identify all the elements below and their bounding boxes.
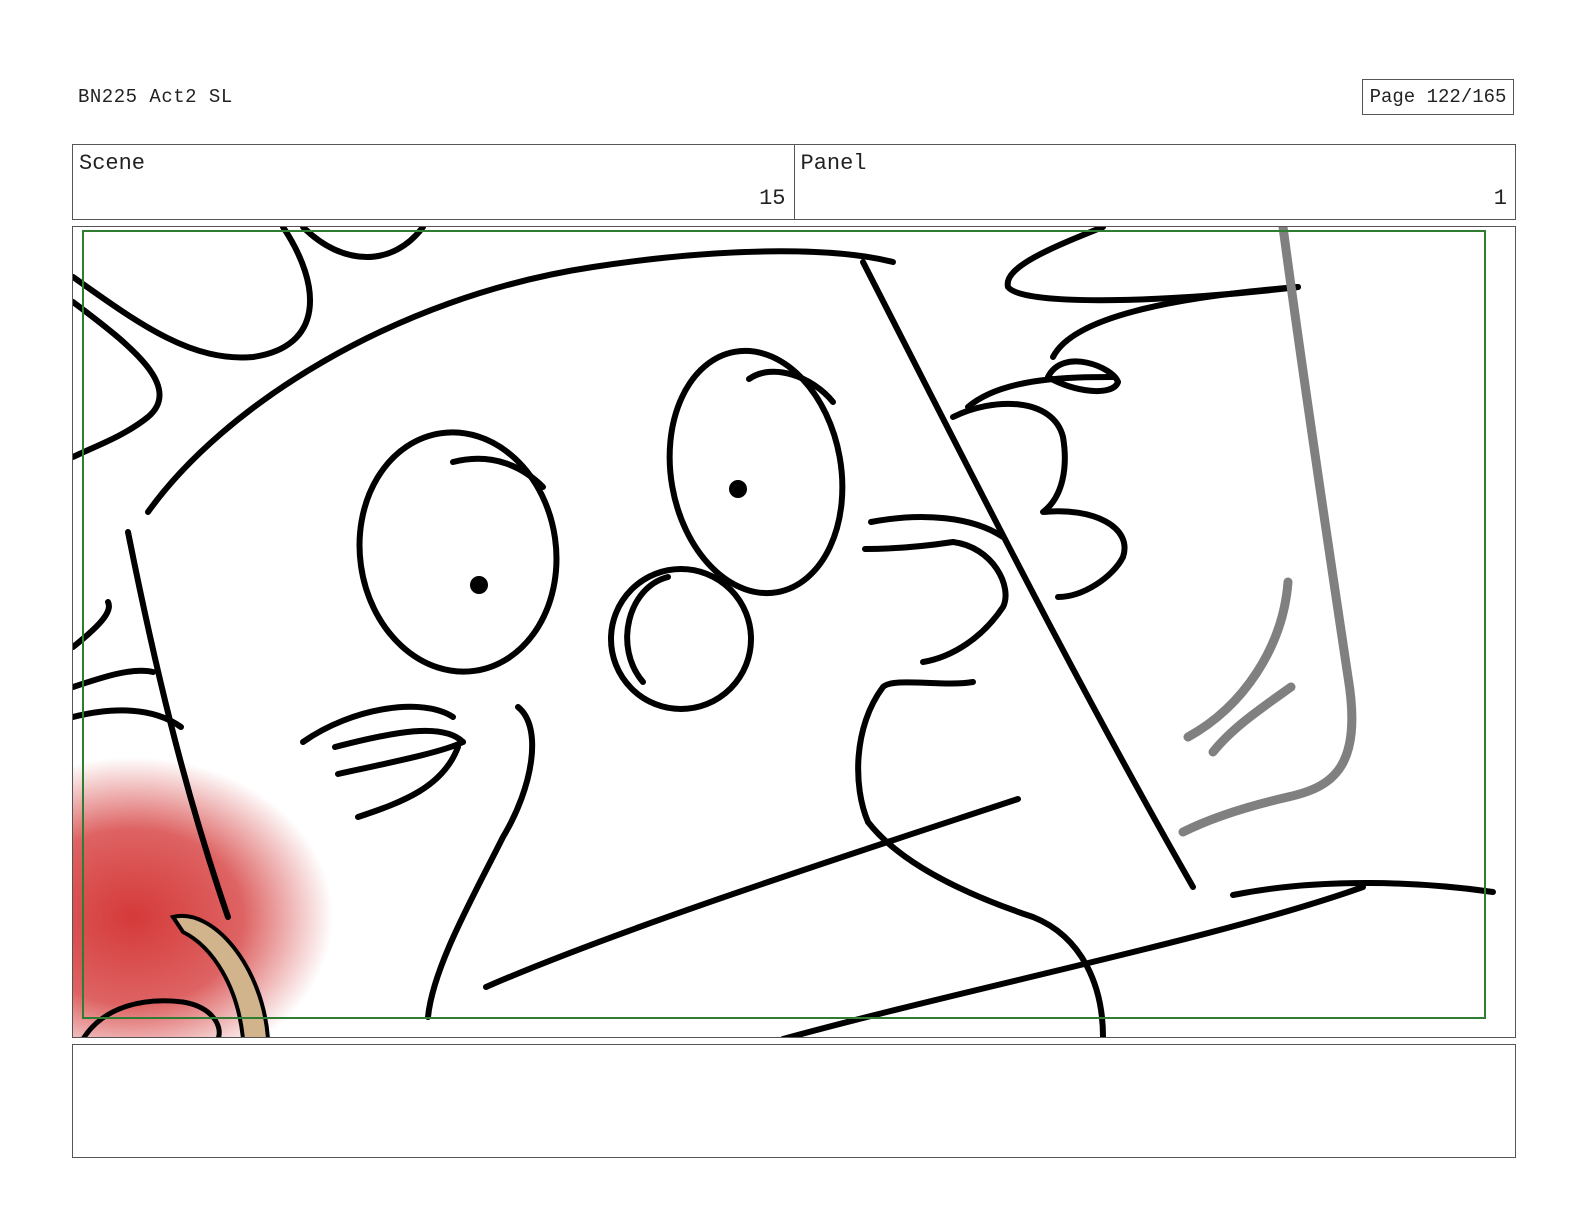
gray-lines <box>1178 227 1357 837</box>
page-indicator: Page 122/165 <box>1362 79 1514 115</box>
chin-line <box>425 704 536 1020</box>
gray-inner-1 <box>1183 577 1293 742</box>
document-title: BN225 Act2 SL <box>78 86 233 108</box>
notes-box[interactable] <box>72 1044 1516 1158</box>
scene-panel-info: Scene 15 Panel 1 <box>72 144 1516 220</box>
storyboard-drawing <box>73 227 1496 1037</box>
mouth-circle <box>608 566 754 712</box>
top-ear-curve <box>73 227 313 361</box>
lower-mouth-line <box>483 796 1021 990</box>
desk-edge-bottom <box>780 884 1366 1037</box>
panel-label: Panel <box>800 151 867 176</box>
hand-finger-1 <box>868 514 1006 540</box>
panel-cell: Panel 1 <box>793 145 1516 219</box>
gray-outline <box>1178 227 1357 837</box>
left-pupil <box>470 576 488 594</box>
hand-outline <box>855 679 976 825</box>
right-fingers <box>950 400 1128 600</box>
right-pupil <box>729 480 747 498</box>
red-blush <box>73 757 333 1037</box>
storyboard-frame <box>72 226 1516 1038</box>
cheek-whisker-2 <box>332 727 466 750</box>
scene-cell: Scene 15 <box>73 145 794 219</box>
left-eye-lid <box>450 455 546 490</box>
mouth-inner <box>624 574 671 685</box>
left-whisker-3 <box>73 599 112 650</box>
gray-inner-2 <box>1208 682 1296 757</box>
hand-palm <box>865 819 1106 1037</box>
scene-number: 15 <box>759 186 786 211</box>
paper-edge-diagonal <box>860 259 1196 890</box>
scene-label: Scene <box>79 151 146 176</box>
left-whisker-2 <box>73 707 184 730</box>
hand-finger-2 <box>862 539 956 552</box>
panel-number: 1 <box>1493 186 1507 211</box>
left-whisker-1 <box>73 667 156 690</box>
hand-finger-3 <box>920 539 1009 665</box>
